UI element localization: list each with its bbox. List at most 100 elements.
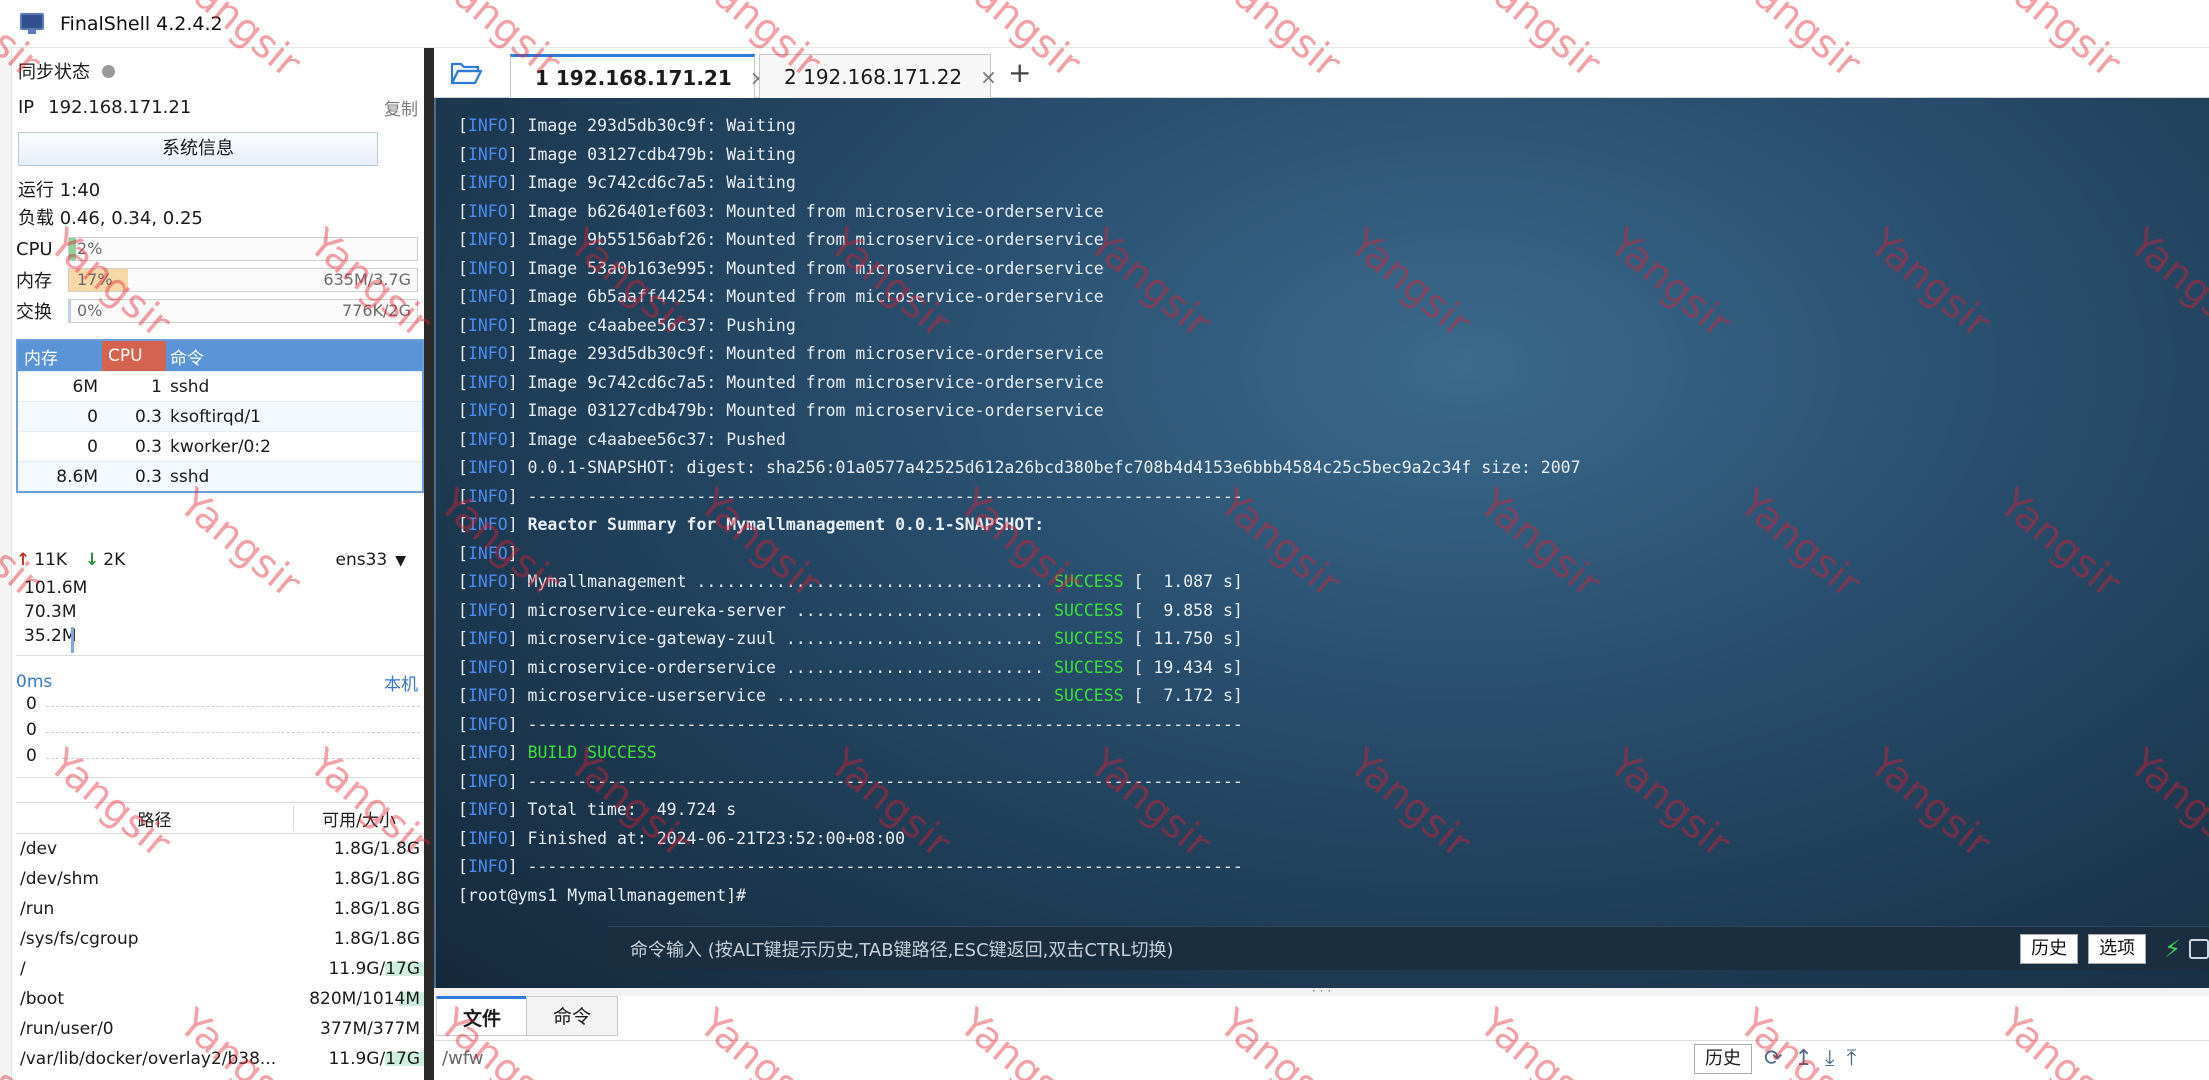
network-interface-name: ens33 [335, 550, 388, 570]
terminal-text: ] 0.0.1-SNAPSHOT: digest: sha256:01a0577… [507, 458, 1581, 477]
memory-percent: 17% [77, 270, 113, 289]
disk-row[interactable]: /run 1.8G/1.8G [16, 894, 424, 924]
lightning-icon[interactable]: ⚡ [2164, 935, 2181, 963]
disk-row[interactable]: /run/user/0 377M/377M [16, 1014, 424, 1044]
disk-rows: /dev 1.8G/1.8G/dev/shm 1.8G/1.8G/run 1.8G/1… [16, 834, 424, 1074]
terminal-line: [root@yms1 Mymallmanagement]# [458, 882, 1581, 911]
disk-row[interactable]: /dev 1.8G/1.8G [16, 834, 424, 864]
terminal-text: ] Image 53a0b163e995: Mounted from micro… [507, 258, 1104, 278]
process-command: kworker/0:2 [170, 436, 271, 457]
disk-available: 1.8G/1.8G [333, 929, 420, 949]
log-level: INFO [467, 600, 508, 620]
terminal-text: ] Image 293d5db30c9f: Mounted from micro… [507, 344, 1104, 363]
disk-row[interactable]: /boot 820M/1014M [16, 984, 424, 1014]
history-button[interactable]: 历史 [2020, 933, 2079, 964]
tab-host: 192.168.171.22 [803, 64, 963, 89]
swap-meter-fill [69, 300, 71, 322]
terminal-text: ] Image 9b55156abf26: Mounted from micro… [507, 230, 1104, 249]
copy-ip-button[interactable]: 复制 [384, 95, 418, 120]
process-memory: 8.6M [56, 466, 98, 487]
tab-commands[interactable]: 命令 [526, 996, 619, 1036]
process-table-header: 内存 CPU 命令 [18, 341, 422, 371]
disk-table: 路径 可用/大小 /dev 1.8G/1.8G/dev/shm 1.8G/1.8G /… [16, 802, 424, 1074]
upload-icon[interactable]: ⤒ [1847, 1046, 1857, 1071]
terminal-line: [INFO] Image 9c742cd6c7a5: Waiting [458, 169, 1581, 198]
process-col-cpu[interactable]: CPU [102, 341, 166, 371]
disk-available: 11.9G/17G [328, 959, 420, 979]
log-level: INFO [467, 743, 508, 762]
terminal-text: [ [458, 258, 468, 278]
close-icon[interactable]: × [980, 65, 997, 89]
path-history-button[interactable]: 历史 [1694, 1043, 1752, 1074]
disk-path: /var/lib/docker/overlay2/b38... [20, 1049, 277, 1069]
add-tab-icon[interactable]: + [1008, 56, 1031, 89]
log-level: INFO [467, 657, 508, 677]
panel-splitter-handle[interactable]: · · · [434, 985, 2209, 997]
file-path-input[interactable] [442, 1043, 1262, 1074]
sync-status-row: 同步状态 [18, 56, 418, 86]
disk-available-cell: 11.9G/17G [294, 959, 424, 979]
terminal-text: ] Image 03127cdb479b: Waiting [507, 144, 796, 164]
log-level: INFO [467, 629, 508, 648]
ping-row: 0ms 本机 [16, 668, 424, 696]
process-col-command[interactable]: 命令 [166, 344, 422, 369]
window-title: FinalShell 4.2.4.2 [60, 12, 223, 35]
session-tab-1[interactable]: 1 192.168.171.21 × [510, 54, 767, 98]
disk-path: /sys/fs/cgroup [20, 929, 139, 949]
session-tab-2[interactable]: 2 192.168.171.22 × [759, 54, 997, 98]
ping-value: 0 [26, 694, 37, 714]
terminal[interactable]: [INFO] Image 293d5db30c9f: Waiting [INFO]… [434, 98, 2209, 988]
log-level: INFO [467, 287, 508, 306]
disk-available: 11.9G/17G [328, 1049, 420, 1069]
terminal-text: [root@yms1 Mymallmanagement]# [458, 885, 757, 905]
disk-available: 820M/1014M [309, 989, 420, 1009]
cpu-meter: 2% [68, 237, 418, 261]
terminal-line: [INFO] Image 03127cdb479b: Mounted from … [458, 397, 1581, 426]
copy-window-icon[interactable] [2189, 938, 2209, 959]
network-row: ↑ 11K ↓ 2K ens33 ▼ [16, 546, 424, 574]
terminal-line: [INFO] ---------------------------------… [458, 768, 1581, 797]
process-row[interactable]: 6M 1 sshd [18, 371, 422, 401]
disk-row[interactable]: /var/lib/docker/overlay2/b38... 11.9G/17G [16, 1044, 424, 1074]
options-button[interactable]: 选项 [2088, 933, 2147, 964]
parent-folder-icon[interactable]: ↥ [1794, 1046, 1812, 1071]
log-level: INFO [467, 714, 508, 734]
system-info-button[interactable]: 系统信息 [18, 132, 378, 166]
network-traffic-bar [71, 627, 74, 653]
network-interface-select[interactable]: ens33 ▼ [335, 550, 406, 570]
terminal-text: [ [458, 771, 468, 791]
log-level: INFO [467, 372, 508, 392]
process-row[interactable]: 8.6M 0.3 sshd [18, 461, 422, 491]
terminal-text: [ 19.434 s] [1123, 657, 1243, 677]
process-col-memory[interactable]: 内存 [18, 344, 102, 369]
ping-gridline [46, 706, 420, 707]
process-row[interactable]: 0 0.3 kworker/0:2 [18, 431, 422, 461]
terminal-line: [INFO] Finished at: 2024-06-21T23:52:00+… [458, 825, 1581, 854]
disk-row[interactable]: / 11.9G/17G [16, 954, 424, 984]
log-level: INFO [467, 800, 508, 819]
network-scale-label: 101.6M [24, 578, 88, 598]
disk-col-path[interactable]: 路径 [16, 805, 294, 831]
ping-host[interactable]: 本机 [384, 670, 418, 695]
disk-available: 1.8G/1.8G [333, 899, 420, 919]
terminal-text: [ 1.087 s] [1123, 572, 1243, 591]
disk-row[interactable]: /sys/fs/cgroup 1.8G/1.8G [16, 924, 424, 954]
network-chart: 101.6M 70.3M 35.2M [16, 576, 424, 656]
log-level: INFO [467, 486, 508, 506]
terminal-text: [ [458, 572, 468, 591]
disk-path: /dev [20, 839, 58, 859]
refresh-icon[interactable]: ⟳ [1764, 1046, 1782, 1071]
process-command: sshd [170, 466, 210, 487]
tab-files[interactable]: 文件 [436, 996, 529, 1036]
disk-col-available[interactable]: 可用/大小 [294, 806, 424, 831]
memory-meter-row: 内存 17% 635M/3.7G [16, 267, 424, 293]
log-level: INFO [467, 857, 508, 876]
process-row[interactable]: 0 0.3 ksoftirqd/1 [18, 401, 422, 431]
terminal-line: [INFO] Image c4aabee56c37: Pushed [458, 426, 1581, 455]
terminal-text: [ [458, 743, 468, 762]
swap-meter: 0% 776K/2G [68, 299, 418, 323]
disk-row[interactable]: /dev/shm 1.8G/1.8G [16, 864, 424, 894]
open-folder-icon[interactable] [450, 60, 482, 86]
command-input[interactable]: 命令输入 (按ALT键提示历史,TAB键路径,ESC键返回,双击CTRL切换) [630, 936, 2020, 962]
download-icon[interactable]: ⤓ [1825, 1046, 1835, 1071]
